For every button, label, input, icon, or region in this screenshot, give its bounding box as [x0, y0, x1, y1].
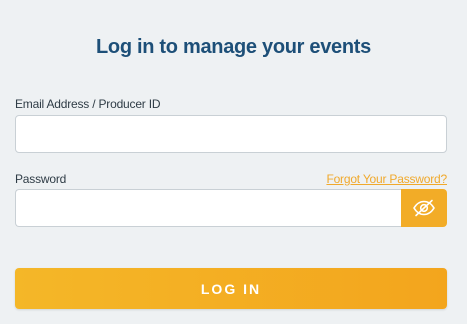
toggle-password-visibility-button[interactable] — [401, 189, 447, 227]
email-field[interactable] — [15, 115, 447, 153]
forgot-password-link[interactable]: Forgot Your Password? — [326, 172, 447, 186]
eye-off-icon — [412, 199, 436, 217]
page-title: Log in to manage your events — [96, 36, 371, 58]
password-label: Password — [15, 172, 67, 186]
email-label: Email Address / Producer ID — [15, 97, 161, 111]
password-field[interactable] — [15, 189, 405, 227]
login-button[interactable]: LOG IN — [15, 268, 447, 309]
